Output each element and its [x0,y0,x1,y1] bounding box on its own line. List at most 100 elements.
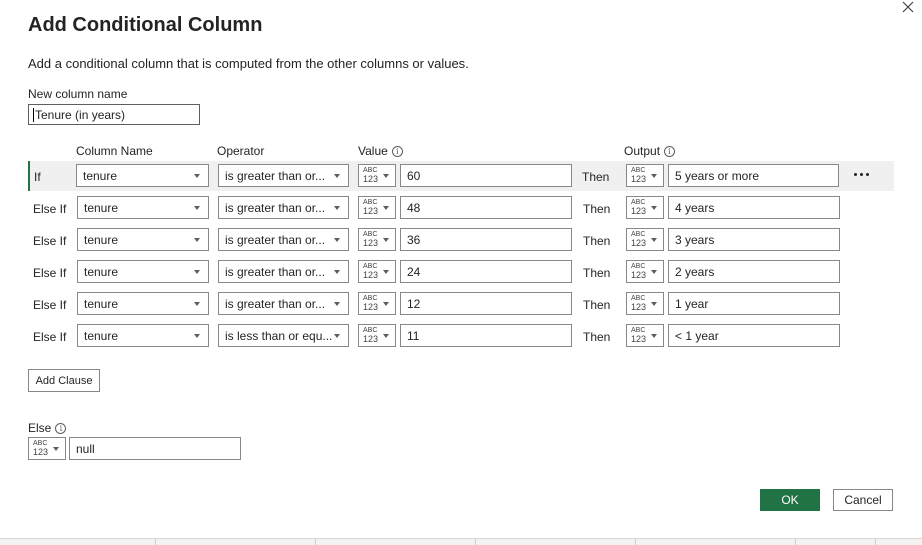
info-icon[interactable]: i [664,145,676,157]
number-type-icon: 123 [363,174,379,184]
then-label: Then [582,170,610,184]
value-input[interactable]: 11 [400,324,572,347]
output-input[interactable]: < 1 year [668,324,840,347]
chevron-down-icon [383,238,389,242]
chevron-down-icon [334,270,340,274]
column-name-value: tenure [84,201,119,215]
info-icon[interactable]: i [391,145,403,157]
value-text: 24 [407,265,421,279]
clause-keyword: Else If [33,330,67,344]
number-type-icon: 123 [363,334,379,344]
ok-button[interactable]: OK [760,489,820,511]
value-input[interactable]: 24 [400,260,572,283]
value-input[interactable]: 48 [400,196,572,219]
clause-keyword: Else If [33,266,67,280]
output-input[interactable]: 2 years [668,260,840,283]
cancel-button[interactable]: Cancel [833,489,893,511]
operator-dropdown[interactable]: is greater than or... [218,164,349,187]
operator-dropdown[interactable]: is greater than or... [218,260,349,283]
output-input[interactable]: 4 years [668,196,840,219]
more-options-icon[interactable] [854,173,869,176]
chevron-down-icon [334,302,340,306]
value-text: 12 [407,297,421,311]
column-name-value: tenure [84,329,119,343]
column-name-value: tenure [83,169,118,183]
column-name-dropdown[interactable]: tenure [77,228,209,251]
output-type-selector[interactable]: ABC 123 [626,260,664,283]
column-name-dropdown[interactable]: tenure [77,260,209,283]
clause-keyword: Else If [33,234,67,248]
operator-value: is greater than or... [225,265,326,279]
dialog-subtitle: Add a conditional column that is compute… [28,56,469,71]
number-type-icon: 123 [363,206,379,216]
output-input[interactable]: 1 year [668,292,840,315]
clause-row-1: Else If tenure is greater than or... ABC… [28,193,894,223]
chevron-down-icon [194,302,200,306]
output-type-selector[interactable]: ABC 123 [626,228,664,251]
column-name-value: tenure [84,233,119,247]
column-name-dropdown[interactable]: tenure [77,292,209,315]
then-label: Then [583,202,611,216]
operator-dropdown[interactable]: is greater than or... [218,228,349,251]
chevron-down-icon [651,270,657,274]
number-type-icon: 123 [631,270,647,280]
value-type-selector[interactable]: ABC 123 [358,196,396,219]
operator-value: is less than or equ... [225,329,333,343]
value-text: 11 [407,329,420,343]
value-type-selector[interactable]: ABC 123 [358,260,396,283]
else-type-selector[interactable]: ABC 123 [28,437,66,460]
output-type-selector[interactable]: ABC 123 [626,292,664,315]
then-label: Then [583,234,611,248]
else-value-input[interactable]: null [69,437,241,460]
number-type-icon: 123 [33,447,49,457]
close-button[interactable] [898,0,918,14]
new-column-name-value: Tenure (in years) [35,108,126,122]
chevron-down-icon [651,174,657,178]
column-name-value: tenure [84,297,119,311]
operator-dropdown[interactable]: is greater than or... [218,196,349,219]
new-column-name-input[interactable]: Tenure (in years) [28,104,200,125]
output-type-selector[interactable]: ABC 123 [626,164,664,187]
clause-row-4: Else If tenure is greater than or... ABC… [28,289,894,319]
info-icon[interactable]: i [55,422,67,434]
value-type-selector[interactable]: ABC 123 [358,324,396,347]
operator-header-label: Operator [217,144,265,158]
value-type-selector[interactable]: ABC 123 [358,292,396,315]
chevron-down-icon [383,302,389,306]
chevron-down-icon [334,206,340,210]
add-clause-button[interactable]: Add Clause [28,369,100,392]
output-input[interactable]: 5 years or more [668,164,839,187]
output-text: 2 years [675,265,715,279]
column-name-dropdown[interactable]: tenure [77,196,209,219]
number-type-icon: 123 [631,174,647,184]
close-icon [902,1,914,13]
chevron-down-icon [334,334,340,338]
value-input[interactable]: 36 [400,228,572,251]
new-column-name-label: New column name [28,87,128,101]
operator-dropdown[interactable]: is greater than or... [218,292,349,315]
column-name-dropdown[interactable]: tenure [77,324,209,347]
dialog-title: Add Conditional Column [28,14,263,36]
else-label-text: Else [28,421,52,435]
value-input[interactable]: 60 [400,164,572,187]
operator-dropdown[interactable]: is less than or equ... [218,324,349,347]
value-type-selector[interactable]: ABC 123 [358,164,396,187]
column-name-value: tenure [84,265,119,279]
operator-value: is greater than or... [225,233,326,247]
clause-keyword: Else If [33,298,67,312]
output-type-selector[interactable]: ABC 123 [626,324,664,347]
number-type-icon: 123 [363,238,379,248]
number-type-icon: 123 [631,334,647,344]
number-type-icon: 123 [631,302,647,312]
column-name-header: Column Name [76,144,153,158]
column-name-dropdown[interactable]: tenure [76,164,209,187]
add-conditional-column-dialog: Add Conditional Column Add a conditional… [0,0,922,545]
output-input[interactable]: 3 years [668,228,840,251]
operator-value: is greater than or... [225,201,326,215]
value-input[interactable]: 12 [400,292,572,315]
value-type-selector[interactable]: ABC 123 [358,228,396,251]
output-text: 5 years or more [675,169,760,183]
value-text: 48 [407,201,421,215]
output-type-selector[interactable]: ABC 123 [626,196,664,219]
chevron-down-icon [194,334,200,338]
